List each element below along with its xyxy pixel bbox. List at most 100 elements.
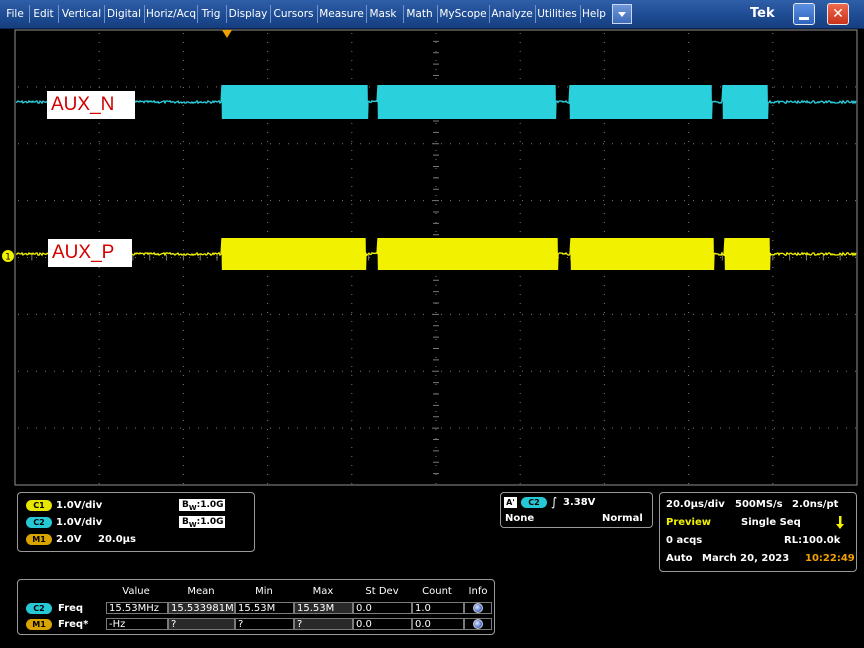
grid-dot xyxy=(774,313,775,315)
grid-dot xyxy=(108,313,109,315)
menu-trig[interactable]: Trig xyxy=(199,0,223,28)
grid-dot xyxy=(435,213,437,214)
row2-info[interactable] xyxy=(464,618,492,630)
menu-file[interactable]: File xyxy=(2,0,28,28)
grid-dot xyxy=(729,313,730,315)
aux-p-label[interactable]: AUX_P xyxy=(48,239,132,267)
grid-dot xyxy=(267,474,269,475)
m1-scale[interactable]: 2.0V xyxy=(56,533,81,546)
grid-dot xyxy=(772,141,774,142)
close-button[interactable]: ✕ xyxy=(827,3,849,25)
waveform-display[interactable]: 1 AUX_N AUX_P xyxy=(0,28,864,488)
grid-dot xyxy=(688,438,690,439)
grid-dot xyxy=(513,370,514,372)
grid-dot xyxy=(267,465,269,466)
trigger-a-badge: A' xyxy=(504,497,517,508)
grid-dot xyxy=(36,200,37,202)
grid-dot xyxy=(405,313,406,315)
grid-dot xyxy=(54,313,55,315)
grid-dot xyxy=(54,370,55,372)
timebase-readout-panel[interactable]: 20.0µs/div 500MS/s 2.0ns/pt Preview Sing… xyxy=(659,492,857,572)
grid-dot xyxy=(810,313,811,315)
grid-dot xyxy=(846,427,847,429)
grid-dot xyxy=(207,200,208,202)
grid-dot xyxy=(522,313,523,315)
c2-bandwidth[interactable]: BW:1.0G xyxy=(179,516,225,529)
c2-badge[interactable]: C2 xyxy=(26,517,52,528)
grid-dot xyxy=(351,276,353,277)
grid-dot xyxy=(54,86,55,88)
grid-dot xyxy=(435,456,437,457)
grid-dot xyxy=(182,339,184,340)
ch1-ground-marker[interactable]: 1 xyxy=(2,250,14,263)
grid-dot xyxy=(261,313,262,315)
row1-info[interactable] xyxy=(464,602,492,614)
grid-dot xyxy=(519,168,521,169)
grid-dot xyxy=(351,384,353,385)
menu-dropdown-button[interactable] xyxy=(612,4,632,24)
grid-dot xyxy=(351,143,352,145)
grid-dot xyxy=(351,357,353,358)
minimize-button[interactable] xyxy=(793,3,815,25)
bw-value: :1.0G xyxy=(196,500,224,510)
grid-dot xyxy=(63,143,64,145)
grid-dot xyxy=(747,313,748,315)
grid-dot xyxy=(513,427,514,429)
menu-measure[interactable]: Measure xyxy=(319,0,364,28)
m1-time[interactable]: 20.0µs xyxy=(98,533,136,546)
grid-dot xyxy=(267,384,269,385)
grid-dot xyxy=(360,143,361,145)
menu-edit[interactable]: Edit xyxy=(31,0,56,28)
grid-dot xyxy=(182,429,184,430)
menu-display[interactable]: Display xyxy=(228,0,268,28)
grid-dot xyxy=(594,200,595,202)
grid-dot xyxy=(435,195,437,196)
grid-dot xyxy=(774,200,775,202)
menu-math[interactable]: Math xyxy=(405,0,434,28)
grid-dot xyxy=(772,78,774,79)
c1-scale[interactable]: 1.0V/div xyxy=(56,499,102,512)
grid-dot xyxy=(351,33,353,34)
grid-dot xyxy=(324,427,325,429)
menu-myscope[interactable]: MyScope xyxy=(439,0,487,28)
menu-utilities[interactable]: Utilities xyxy=(537,0,577,28)
grid-dot xyxy=(783,200,784,202)
grid-dot xyxy=(772,87,774,88)
c1-bandwidth[interactable]: BW:1.0G xyxy=(179,499,225,512)
menu-cursors[interactable]: Cursors xyxy=(272,0,315,28)
grid-dot xyxy=(603,483,605,484)
m1-badge[interactable]: M1 xyxy=(26,534,52,545)
menu-analyze[interactable]: Analyze xyxy=(491,0,533,28)
grid-dot xyxy=(144,370,145,372)
c2-scale[interactable]: 1.0V/div xyxy=(56,516,102,529)
grid-dot xyxy=(459,143,460,145)
trigger-readout-panel[interactable]: A' C2 ∫ 3.38V None Normal xyxy=(500,492,653,528)
grid-dot xyxy=(688,303,690,304)
grid-dot xyxy=(98,375,100,376)
grid-dot xyxy=(567,143,568,145)
c1-badge[interactable]: C1 xyxy=(26,500,52,511)
aux-n-label[interactable]: AUX_N xyxy=(47,91,135,119)
grid-dot xyxy=(45,370,46,372)
grid-dot xyxy=(98,483,100,484)
grid-dot xyxy=(519,411,521,412)
grid-dot xyxy=(772,267,774,268)
grid-dot xyxy=(688,186,690,187)
menu-vertical[interactable]: Vertical xyxy=(60,0,103,28)
grid-dot xyxy=(603,303,605,304)
grid-dot xyxy=(540,370,541,372)
grid-dot xyxy=(98,429,100,430)
grid-dot xyxy=(772,330,774,331)
menu-digital[interactable]: Digital xyxy=(106,0,142,28)
menu-help[interactable]: Help xyxy=(582,0,606,28)
grid-dot xyxy=(288,313,289,315)
row1-count: 1.0 xyxy=(412,602,464,614)
grid-dot xyxy=(519,42,521,43)
trigger-position-marker[interactable] xyxy=(222,30,232,38)
menu-mask[interactable]: Mask xyxy=(368,0,398,28)
menu-horiz-acq[interactable]: Horiz/Acq xyxy=(146,0,196,28)
grid-dot xyxy=(267,42,269,43)
grid-dot xyxy=(36,86,37,88)
grid-dot xyxy=(688,51,690,52)
grid-dot xyxy=(772,114,774,115)
